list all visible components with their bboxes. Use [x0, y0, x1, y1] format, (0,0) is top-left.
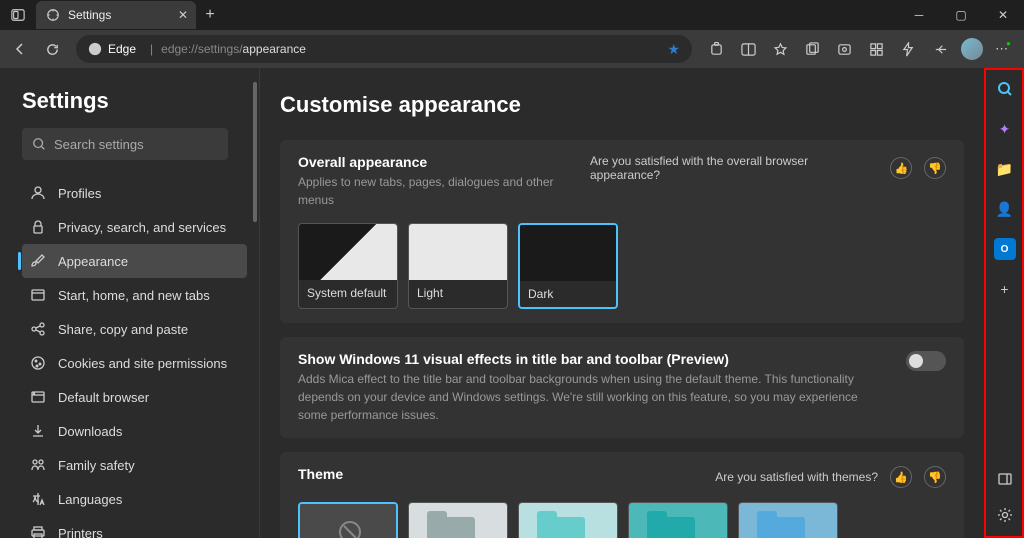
sidebar-item-download[interactable]: Downloads: [22, 414, 247, 448]
printer-icon: [30, 525, 46, 538]
cookie-icon: [30, 355, 46, 371]
download-icon: [30, 423, 46, 439]
add-sidebar-icon[interactable]: +: [994, 278, 1016, 300]
menu-icon[interactable]: ⋯●: [990, 35, 1018, 63]
lock-icon: [30, 219, 46, 235]
theme-option-icy-mint[interactable]: Icy mint: [518, 502, 618, 538]
sidebar-item-share[interactable]: Share, copy and paste: [22, 312, 247, 346]
appearance-option-light[interactable]: Light: [408, 223, 508, 309]
copilot-icon[interactable]: ✦: [994, 118, 1016, 140]
apps-icon[interactable]: [862, 35, 890, 63]
sidebar-item-printer[interactable]: Printers: [22, 516, 247, 538]
titlebar: Settings ✕ + ─ ▢ ✕: [0, 0, 1024, 30]
sidebar-item-browser[interactable]: Default browser: [22, 380, 247, 414]
sidebar-item-family[interactable]: Family safety: [22, 448, 247, 482]
appearance-option-system-default[interactable]: System default: [298, 223, 398, 309]
refresh-button[interactable]: [38, 35, 66, 63]
theme-option-cool-breeze[interactable]: Cool breeze: [738, 502, 838, 538]
collections-icon[interactable]: [798, 35, 826, 63]
theme-option-morning-fog[interactable]: Morning fog: [408, 502, 508, 538]
brush-icon: [30, 253, 46, 269]
right-sidebar: ✦ 📁 👤 O +: [984, 68, 1024, 538]
close-tab-icon[interactable]: ✕: [178, 8, 188, 22]
thumbs-down-icon[interactable]: 👎: [924, 157, 946, 179]
sidebar-scrollbar[interactable]: [253, 82, 257, 222]
appearance-option-dark[interactable]: Dark: [518, 223, 618, 309]
sidebar-item-lock[interactable]: Privacy, search, and services: [22, 210, 247, 244]
browser-tab[interactable]: Settings ✕: [36, 1, 196, 29]
sidebar-item-profile[interactable]: Profiles: [22, 176, 247, 210]
main-content: Customise appearance Overall appearance …: [260, 68, 984, 538]
sidebar-item-tab[interactable]: Start, home, and new tabs: [22, 278, 247, 312]
address-bar[interactable]: Edge | edge://settings/appearance ★: [76, 35, 692, 63]
maximize-button[interactable]: ▢: [940, 0, 982, 30]
sidebar-item-cookie[interactable]: Cookies and site permissions: [22, 346, 247, 380]
settings-title: Settings: [22, 88, 247, 114]
browser-icon: [30, 389, 46, 405]
share-icon: [30, 321, 46, 337]
overall-appearance-card: Overall appearance Applies to new tabs, …: [280, 140, 964, 323]
theme-option-island-getaway[interactable]: Island getaway: [628, 502, 728, 538]
skype-icon[interactable]: 👤: [994, 198, 1016, 220]
close-window-button[interactable]: ✕: [982, 0, 1024, 30]
outlook-icon[interactable]: O: [994, 238, 1016, 260]
hide-sidebar-icon[interactable]: [994, 468, 1016, 490]
settings-sidebar: Settings Search settings ProfilesPrivacy…: [0, 68, 260, 538]
theme-option-default[interactable]: Default: [298, 502, 398, 538]
favorites-icon[interactable]: [766, 35, 794, 63]
theme-card: Theme Are you satisfied with themes? 👍 👎…: [280, 452, 964, 538]
search-sidebar-icon[interactable]: [994, 78, 1016, 100]
split-screen-icon[interactable]: [734, 35, 762, 63]
back-button[interactable]: [6, 35, 34, 63]
mica-toggle[interactable]: [906, 351, 946, 371]
sidebar-settings-icon[interactable]: [994, 504, 1016, 526]
new-tab-button[interactable]: +: [196, 6, 224, 24]
tab-title: Settings: [68, 8, 111, 22]
search-settings-input[interactable]: Search settings: [22, 128, 228, 160]
share-icon[interactable]: [926, 35, 954, 63]
performance-icon[interactable]: [894, 35, 922, 63]
thumbs-up-icon[interactable]: 👍: [890, 157, 912, 179]
tab-icon: [30, 287, 46, 303]
page-title: Customise appearance: [280, 92, 964, 118]
thumbs-down-icon[interactable]: 👎: [924, 466, 946, 488]
browser-essentials-icon[interactable]: [830, 35, 858, 63]
favorite-star-icon[interactable]: ★: [667, 41, 680, 58]
mica-effect-card: Show Windows 11 visual effects in title …: [280, 337, 964, 438]
extensions-icon[interactable]: [702, 35, 730, 63]
language-icon: [30, 491, 46, 507]
shopping-icon[interactable]: 📁: [994, 158, 1016, 180]
minimize-button[interactable]: ─: [898, 0, 940, 30]
profile-avatar[interactable]: [958, 35, 986, 63]
toolbar: Edge | edge://settings/appearance ★ ⋯●: [0, 30, 1024, 68]
thumbs-up-icon[interactable]: 👍: [890, 466, 912, 488]
sidebar-item-language[interactable]: Languages: [22, 482, 247, 516]
family-icon: [30, 457, 46, 473]
profile-icon: [30, 185, 46, 201]
tab-actions-icon[interactable]: [6, 8, 30, 22]
sidebar-item-brush[interactable]: Appearance: [22, 244, 247, 278]
